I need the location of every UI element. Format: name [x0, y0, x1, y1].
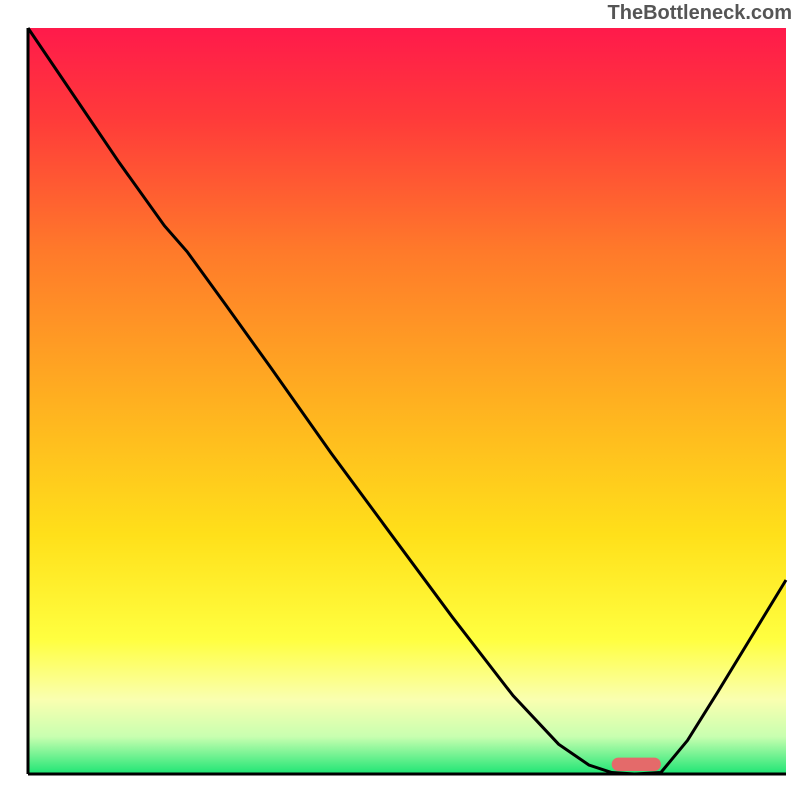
bottleneck-chart [0, 0, 800, 800]
chart-container: TheBottleneck.com [0, 0, 800, 800]
plot-area [28, 28, 786, 774]
watermark-text: TheBottleneck.com [608, 2, 792, 25]
optimal-marker [612, 758, 661, 771]
